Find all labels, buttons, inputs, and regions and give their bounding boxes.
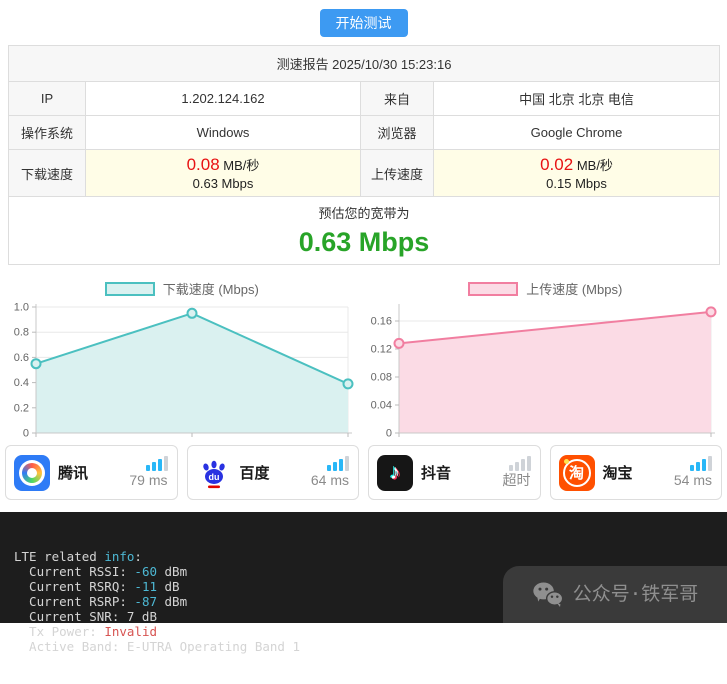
ping-card-douyin: ♪ 抖音超时 <box>368 445 541 500</box>
download-legend-label: 下载速度 (Mbps) <box>163 279 259 298</box>
upload-mb-unit: MB/秒 <box>577 158 613 173</box>
ping-card-name: 抖音 <box>421 462 451 483</box>
chart-area <box>399 312 711 433</box>
ip-value: 1.202.124.162 <box>86 82 361 116</box>
y-tick-label: 0.6 <box>13 352 28 364</box>
report-title: 测速报告 2025/10/30 15:23:16 <box>9 46 720 82</box>
signal-bars-icon <box>690 456 712 471</box>
ping-card-taobao: 淘淘宝 54 ms <box>550 445 723 500</box>
data-point <box>343 379 352 388</box>
signal-bars-icon <box>146 456 168 471</box>
upload-speed-chart: 0 0.04 0.08 0.12 0.16 <box>367 300 723 442</box>
ping-latency: 超时 <box>503 473 531 488</box>
y-tick-label: 0.8 <box>13 327 28 339</box>
terminal-line: LTE related info: <box>14 549 727 564</box>
chart-area <box>36 313 348 433</box>
ping-card-baidu: du 百度 64 ms <box>187 445 360 500</box>
upload-chart-legend[interactable]: 上传速度 (Mbps) <box>468 279 622 298</box>
browser-label: 浏览器 <box>361 116 434 150</box>
download-chart-legend[interactable]: 下载速度 (Mbps) <box>105 279 259 298</box>
upload-mbps-value: 0.15 Mbps <box>436 176 717 191</box>
download-mb-value: 0.08 <box>187 155 220 174</box>
os-value: Windows <box>86 116 361 150</box>
watermark-badge: 公众号·铁军哥 <box>503 566 727 623</box>
bandwidth-estimate-value: 0.63 Mbps <box>11 227 717 258</box>
charts-row: 下载速度 (Mbps) 0 0.2 0.4 0.6 0.8 1.0 上传速度 (Mbps)… <box>0 267 727 442</box>
bandwidth-estimate-cell: 预估您的宽带为 0.63 Mbps <box>9 197 720 265</box>
douyin-icon: ♪ <box>377 455 413 491</box>
data-point <box>187 309 196 318</box>
ping-result: 79 ms <box>129 456 167 488</box>
signal-bars-icon <box>327 456 349 471</box>
taobao-icon: 淘 <box>559 455 595 491</box>
os-label: 操作系统 <box>9 116 86 150</box>
ping-latency: 64 ms <box>311 473 349 488</box>
browser-value: Google Chrome <box>434 116 720 150</box>
terminal-line: Active Band: E-UTRA Operating Band 1 <box>14 639 727 654</box>
wechat-icon <box>532 581 564 608</box>
y-tick-label: 0.04 <box>371 400 392 412</box>
ping-card-name: 腾讯 <box>58 462 88 483</box>
upload-speed-value: 0.02 MB/秒 0.15 Mbps <box>434 150 720 197</box>
y-tick-label: 0.2 <box>13 402 28 414</box>
upload-legend-swatch <box>468 282 518 296</box>
tencent-icon <box>14 455 50 491</box>
data-point <box>707 307 716 316</box>
upload-legend-label: 上传速度 (Mbps) <box>526 279 622 298</box>
terminal-output: LTE related info: Current RSSI: -60 dBm … <box>0 512 727 623</box>
top-bar: 开始测试 <box>0 0 727 45</box>
watermark-text: 公众号·铁军哥 <box>573 587 698 602</box>
bandwidth-estimate-label: 预估您的宽带为 <box>11 203 717 222</box>
svg-text:du: du <box>208 472 219 482</box>
speed-report-table: 测速报告 2025/10/30 15:23:16 IP 1.202.124.16… <box>8 45 720 265</box>
y-tick-label: 1.0 <box>13 302 28 314</box>
download-speed-value: 0.08 MB/秒 0.63 Mbps <box>86 150 361 197</box>
upload-speed-label: 上传速度 <box>361 150 434 197</box>
data-point <box>31 359 40 368</box>
ping-card-tencent: 腾讯 79 ms <box>5 445 178 500</box>
y-tick-label: 0.16 <box>371 316 392 328</box>
download-mbps-value: 0.63 Mbps <box>88 176 358 191</box>
ping-latency: 79 ms <box>129 473 167 488</box>
location-label: 来自 <box>361 82 434 116</box>
download-speed-label: 下载速度 <box>9 150 86 197</box>
ping-latency: 54 ms <box>674 473 712 488</box>
ping-result: 超时 <box>503 456 531 488</box>
location-value: 中国 北京 北京 电信 <box>434 82 720 116</box>
upload-chart-block: 上传速度 (Mbps) 0 0.04 0.08 0.12 0.16 <box>364 267 727 442</box>
download-speed-chart: 0 0.2 0.4 0.6 0.8 1.0 <box>4 300 360 442</box>
ping-card-name: 百度 <box>240 462 270 483</box>
baidu-icon: du <box>196 455 232 491</box>
data-point <box>395 339 404 348</box>
y-tick-label: 0.08 <box>371 372 392 384</box>
ping-result: 54 ms <box>674 456 712 488</box>
signal-bars-icon <box>509 456 531 471</box>
y-tick-label: 0.12 <box>371 344 392 356</box>
upload-mb-value: 0.02 <box>540 155 573 174</box>
terminal-line: Tx Power: Invalid <box>14 624 727 639</box>
ping-cards-row: 腾讯 79 ms du 百度 64 ms ♪ 抖音超时 淘淘宝 54 ms <box>0 445 727 500</box>
ip-label: IP <box>9 82 86 116</box>
y-tick-label: 0 <box>386 428 392 440</box>
download-mb-unit: MB/秒 <box>223 158 259 173</box>
y-tick-label: 0.4 <box>13 377 28 389</box>
y-tick-label: 0 <box>23 428 29 440</box>
download-chart-block: 下载速度 (Mbps) 0 0.2 0.4 0.6 0.8 1.0 <box>0 267 364 442</box>
ping-result: 64 ms <box>311 456 349 488</box>
ping-card-name: 淘宝 <box>603 462 633 483</box>
start-test-button[interactable]: 开始测试 <box>320 9 408 37</box>
download-legend-swatch <box>105 282 155 296</box>
